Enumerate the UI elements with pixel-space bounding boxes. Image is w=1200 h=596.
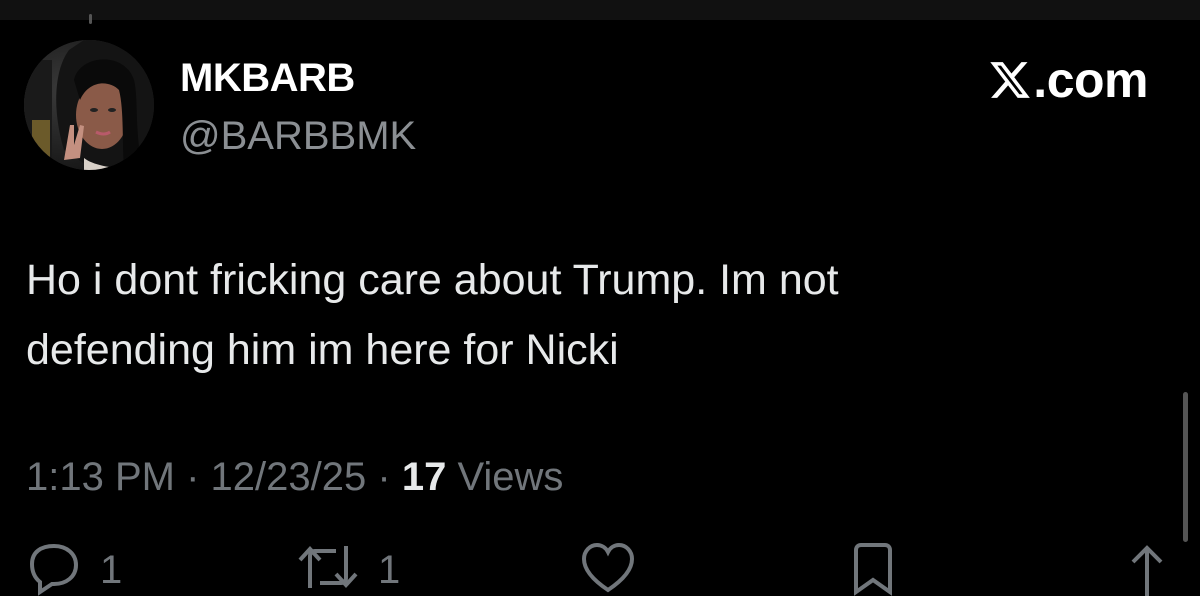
tweet-metadata: 1:13 PM · 12/23/25 · 17 Views xyxy=(26,452,563,502)
scrollbar[interactable] xyxy=(1183,392,1188,542)
reply-icon xyxy=(29,543,79,596)
top-bar xyxy=(0,0,1200,24)
heart-icon xyxy=(581,542,635,593)
repost-count: 1 xyxy=(378,548,401,592)
tweet-text-line: Ho i dont fricking care about Trump. Im … xyxy=(26,256,839,304)
user-handle[interactable]: @BARBBMK xyxy=(180,110,416,162)
x-logo-icon xyxy=(990,62,1031,98)
action-bar: 1 1 xyxy=(0,540,1200,596)
views-count: 17 xyxy=(401,455,447,499)
views-label: Views xyxy=(457,455,564,499)
share-icon xyxy=(1131,545,1163,596)
tweet-text: Ho i dont fricking care about Trump. Im … xyxy=(26,245,1126,385)
repost-button[interactable]: 1 xyxy=(296,540,400,596)
separator-dot: · xyxy=(186,455,200,499)
display-name[interactable]: MKBARB xyxy=(180,52,355,104)
brand-domain-text: .com xyxy=(1033,52,1148,108)
bookmark-button[interactable] xyxy=(850,540,896,596)
reply-button[interactable]: 1 xyxy=(26,540,122,596)
tweet-text-line: defending him im here for Nicki xyxy=(26,326,619,374)
reply-count: 1 xyxy=(100,548,123,592)
share-button[interactable] xyxy=(1127,540,1167,596)
tweet-date[interactable]: 12/23/25 xyxy=(211,455,367,499)
avatar-photo xyxy=(24,40,154,170)
top-bar-marker xyxy=(89,14,92,24)
separator-dot: · xyxy=(377,455,391,499)
avatar[interactable] xyxy=(24,40,154,170)
like-button[interactable] xyxy=(580,540,636,596)
bookmark-icon xyxy=(854,543,892,596)
repost-icon xyxy=(298,546,358,588)
tweet-time[interactable]: 1:13 PM xyxy=(26,455,175,499)
brand-watermark: .com xyxy=(988,50,1148,110)
